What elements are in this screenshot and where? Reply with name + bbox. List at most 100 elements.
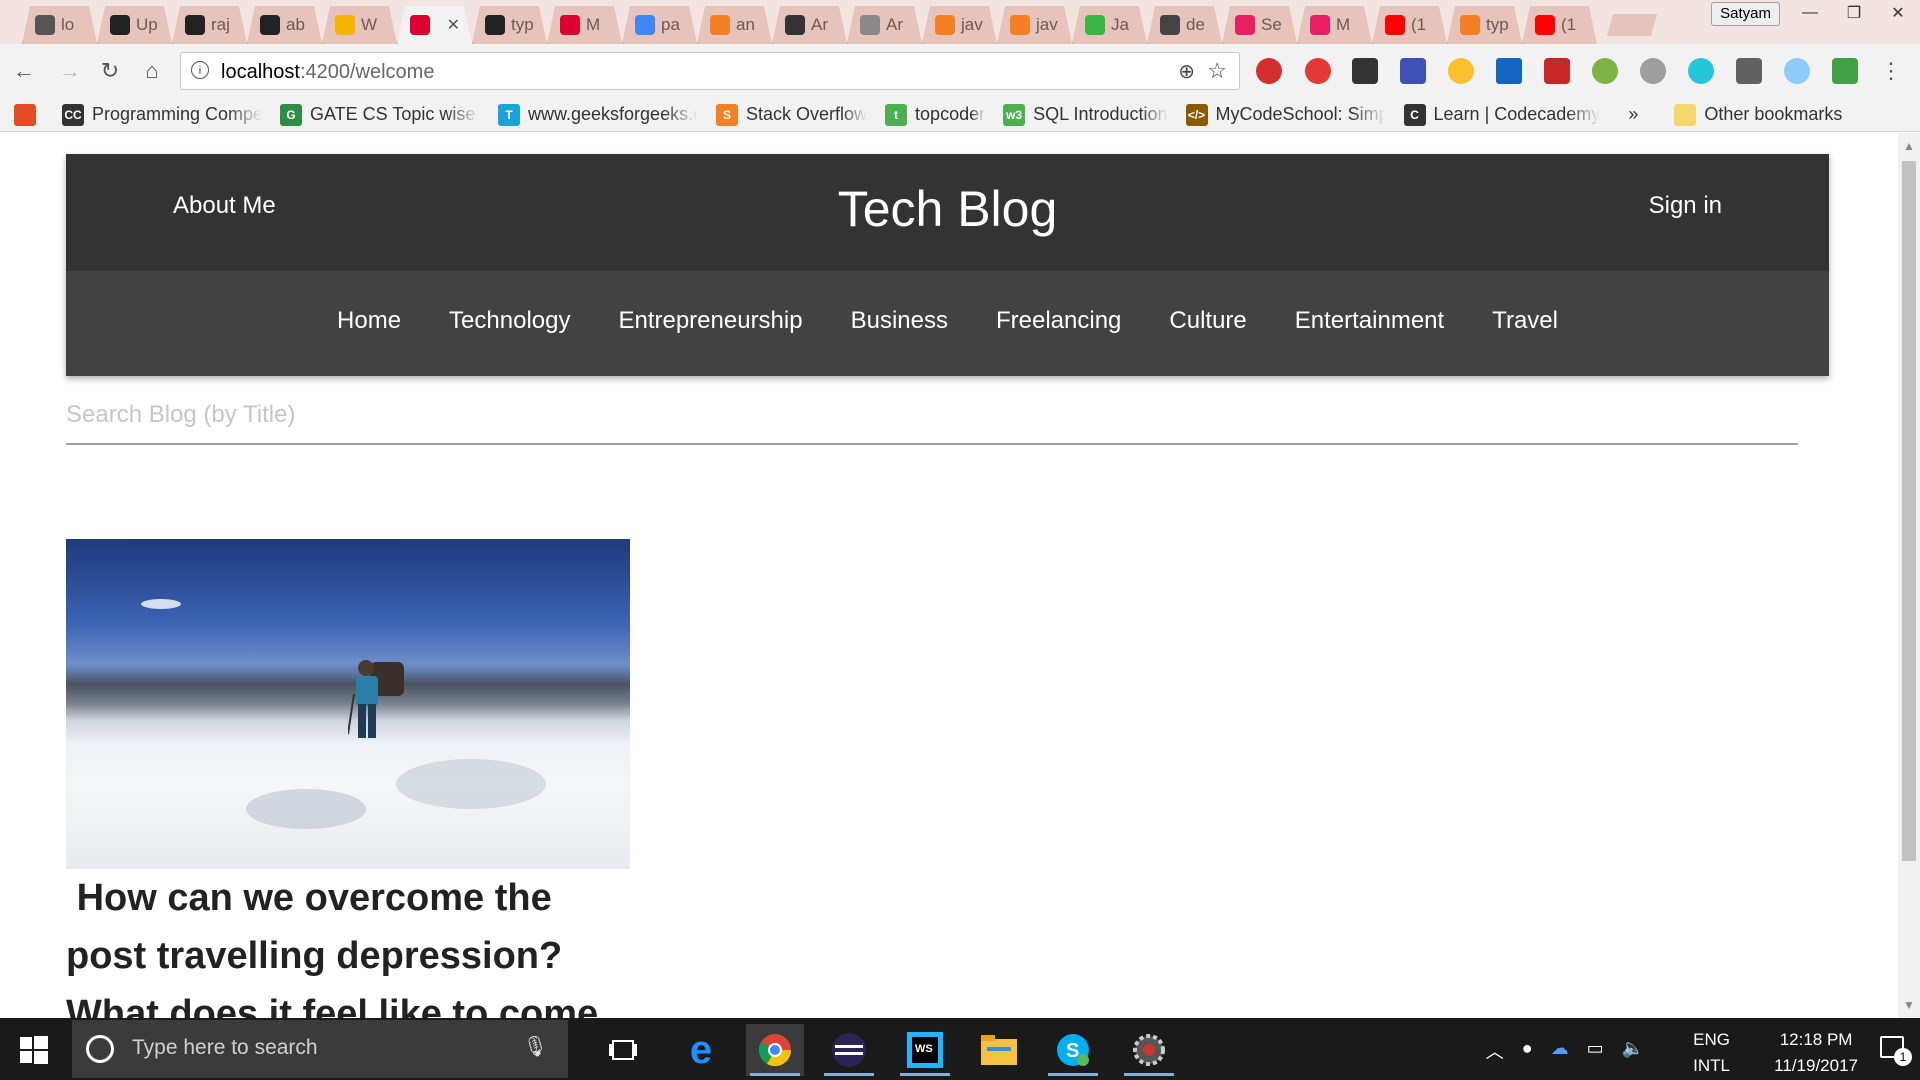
- reload-icon[interactable]: ↻: [96, 57, 124, 85]
- browser-tab[interactable]: typ: [1447, 6, 1522, 44]
- scroll-up-icon[interactable]: ▲: [1903, 139, 1915, 153]
- site-title[interactable]: Tech Blog: [66, 180, 1829, 238]
- language-indicator[interactable]: ENG INTL: [1693, 1027, 1730, 1079]
- nav-travel[interactable]: Travel: [1492, 307, 1558, 335]
- puzzle-extension-icon[interactable]: [1400, 58, 1426, 84]
- browser-tab[interactable]: jav: [997, 6, 1072, 44]
- browser-tab[interactable]: ✕: [397, 6, 472, 44]
- zoom-icon[interactable]: ⊕: [1178, 59, 1195, 84]
- browser-tab[interactable]: de: [1147, 6, 1222, 44]
- browser-tab[interactable]: typ: [472, 6, 547, 44]
- bookmark-star-icon[interactable]: ☆: [1207, 58, 1227, 84]
- show-hidden-icons-icon[interactable]: ︿: [1486, 1038, 1504, 1064]
- settings-extension-icon[interactable]: [1640, 58, 1666, 84]
- extension-icon[interactable]: [1352, 58, 1378, 84]
- browser-tab[interactable]: M: [547, 6, 622, 44]
- scrollbar-thumb[interactable]: [1902, 161, 1916, 861]
- extension-icon[interactable]: [1448, 58, 1474, 84]
- extension-icon[interactable]: [1832, 58, 1858, 84]
- extension-icon[interactable]: [1592, 58, 1618, 84]
- action-center-icon[interactable]: 1: [1880, 1036, 1912, 1066]
- browser-tab[interactable]: M: [1297, 6, 1372, 44]
- nav-home[interactable]: Home: [337, 307, 401, 335]
- browser-tab[interactable]: Ar: [847, 6, 922, 44]
- nav-freelancing[interactable]: Freelancing: [996, 307, 1121, 335]
- post-image[interactable]: [66, 539, 630, 869]
- bookmark-item[interactable]: t topcoder: [885, 103, 985, 126]
- blog-search-input[interactable]: [66, 393, 1798, 429]
- blog-post-card[interactable]: How can we overcome the post travelling …: [66, 539, 630, 1018]
- eclipse-icon[interactable]: [820, 1024, 878, 1076]
- scroll-down-icon[interactable]: ▼: [1903, 998, 1915, 1012]
- bookmark-item[interactable]: w3 SQL Introduction: [1003, 103, 1168, 126]
- nav-entertainment[interactable]: Entertainment: [1295, 307, 1444, 335]
- skype-icon[interactable]: S: [1044, 1024, 1102, 1076]
- post-title[interactable]: How can we overcome the post travelling …: [66, 869, 630, 1018]
- browser-tab[interactable]: ab: [247, 6, 322, 44]
- browser-menu-icon[interactable]: ⋮: [1880, 58, 1902, 84]
- browser-tab[interactable]: Ar: [772, 6, 847, 44]
- webstorm-icon[interactable]: WS: [896, 1024, 954, 1076]
- volume-icon[interactable]: 🔈: [1622, 1038, 1644, 1064]
- browser-tab[interactable]: Se: [1222, 6, 1297, 44]
- browser-tab[interactable]: W: [322, 6, 397, 44]
- extension-icon[interactable]: [1544, 58, 1570, 84]
- bookmark-item[interactable]: Twww.geeksforgeeks.c: [498, 103, 698, 126]
- taskbar-search[interactable]: Type here to search 🎙: [72, 1020, 568, 1078]
- address-bar[interactable]: i localhost:4200/welcome ⊕ ☆: [180, 52, 1240, 90]
- nav-culture[interactable]: Culture: [1169, 307, 1246, 335]
- onedrive-icon[interactable]: ☁: [1551, 1038, 1569, 1064]
- back-icon[interactable]: ←: [10, 57, 38, 85]
- new-tab-button[interactable]: [1607, 14, 1657, 36]
- bookmark-item[interactable]: G GATE CS Topic wise p: [280, 103, 480, 126]
- nav-business[interactable]: Business: [851, 307, 948, 335]
- bookmark-item[interactable]: </> MyCodeSchool: Simp: [1185, 103, 1386, 126]
- windows-start-icon[interactable]: [20, 1036, 48, 1064]
- settings-gear-icon[interactable]: [1120, 1024, 1178, 1076]
- file-explorer-icon[interactable]: [970, 1024, 1028, 1076]
- nav-technology[interactable]: Technology: [449, 307, 570, 335]
- profile-button[interactable]: Satyam: [1711, 2, 1780, 26]
- close-window-icon[interactable]: ✕: [1876, 0, 1920, 26]
- home-icon[interactable]: ⌂: [138, 57, 166, 85]
- bookmark-item[interactable]: CC Programming Compe: [62, 103, 262, 126]
- forward-icon[interactable]: →: [56, 57, 84, 85]
- browser-tab[interactable]: raj: [172, 6, 247, 44]
- browser-tab[interactable]: (1: [1372, 6, 1447, 44]
- site-info-icon[interactable]: i: [191, 61, 209, 79]
- restore-icon[interactable]: ❐: [1832, 0, 1876, 26]
- battery-icon[interactable]: ▭: [1587, 1038, 1604, 1064]
- browser-tab[interactable]: Up: [97, 6, 172, 44]
- bookmark-item[interactable]: [14, 103, 44, 126]
- browser-tab[interactable]: Ja: [1072, 6, 1147, 44]
- adblock-plus-icon[interactable]: [1256, 58, 1282, 84]
- bookmark-favicon-icon: G: [280, 103, 302, 126]
- microphone-icon[interactable]: 🎙: [523, 1034, 548, 1059]
- sign-in-link[interactable]: Sign in: [1649, 192, 1722, 220]
- page-scrollbar[interactable]: ▲ ▼: [1898, 133, 1920, 1018]
- bookmarks-overflow-button[interactable]: »: [1628, 104, 1638, 125]
- tab-close-icon[interactable]: ✕: [447, 15, 460, 35]
- task-view-icon[interactable]: [594, 1024, 652, 1076]
- edge-icon[interactable]: e: [672, 1024, 730, 1076]
- browser-tab[interactable]: jav: [922, 6, 997, 44]
- browser-tab[interactable]: pa: [622, 6, 697, 44]
- browser-tab[interactable]: an: [697, 6, 772, 44]
- browser-tab[interactable]: (1: [1522, 6, 1597, 44]
- extension-icon[interactable]: [1736, 58, 1762, 84]
- browser-tab[interactable]: lo: [22, 6, 97, 44]
- tab-title: (1: [1561, 15, 1577, 34]
- other-bookmarks-folder[interactable]: Other bookmarks: [1674, 103, 1842, 126]
- nav-entrepreneurship[interactable]: Entrepreneurship: [618, 307, 802, 335]
- ublock-icon[interactable]: [1305, 58, 1331, 84]
- bookmark-item[interactable]: C Learn | Codecademy: [1403, 103, 1600, 126]
- clock[interactable]: 12:18 PM 11/19/2017: [1774, 1027, 1858, 1079]
- tab-title: jav: [961, 15, 983, 34]
- eye-extension-icon[interactable]: [1784, 58, 1810, 84]
- extension-icon[interactable]: [1688, 58, 1714, 84]
- bookmark-item[interactable]: S Stack Overflow: [716, 103, 867, 126]
- minimize-icon[interactable]: —: [1788, 0, 1832, 26]
- chrome-icon[interactable]: [746, 1024, 804, 1076]
- browser-tray-icon[interactable]: ●: [1522, 1038, 1533, 1064]
- bookmark-extension-icon[interactable]: [1496, 58, 1522, 84]
